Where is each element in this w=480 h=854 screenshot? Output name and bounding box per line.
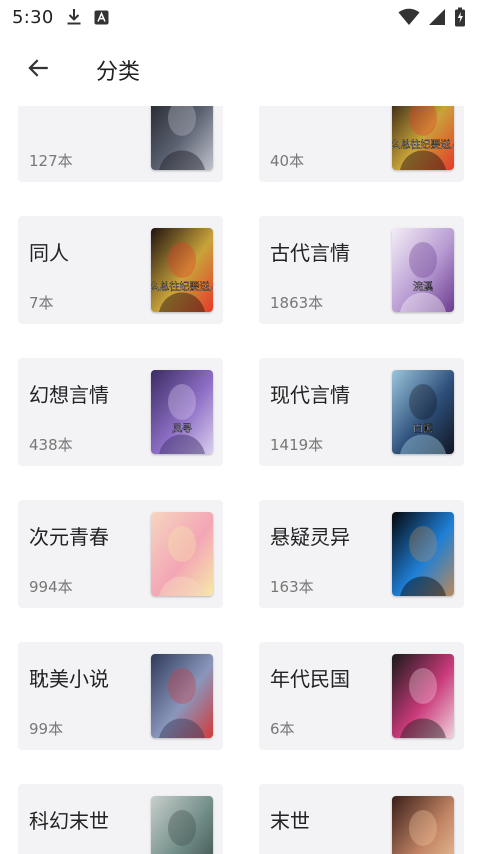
status-bar: 5:30 (0, 0, 480, 34)
book-cover-image: 浣溪 (392, 228, 454, 312)
book-cover-image: 怎么总往妃要送人? (392, 106, 454, 170)
app-bar: 分类 (0, 34, 480, 106)
book-cover-image (151, 512, 213, 596)
category-card[interactable]: 耽美小说 99本 (18, 642, 223, 750)
cover-title-text: 浣溪 (413, 280, 433, 293)
category-name: 末世 (270, 809, 310, 833)
book-cover-image (151, 796, 213, 854)
book-cover-image: 怎么总往妃要送人? (151, 228, 213, 312)
category-count: 99本 (29, 720, 64, 738)
category-card[interactable]: 末世 (259, 784, 464, 854)
category-name: 现代言情 (270, 383, 350, 407)
category-grid: 127本40本怎么总往妃要送人?同人7本怎么总往妃要送人?古代言情1863本浣溪… (18, 106, 464, 854)
book-cover-image (392, 512, 454, 596)
battery-icon (454, 7, 466, 27)
category-count: 7本 (29, 294, 54, 312)
book-cover-image (392, 654, 454, 738)
cover-title-text: 怎么总往妃要送人? (392, 138, 454, 151)
category-card[interactable]: 悬疑灵异 163本 (259, 500, 464, 608)
category-name: 年代民国 (270, 667, 350, 691)
category-card[interactable]: 幻想言情 438本 凤寻 (18, 358, 223, 466)
wifi-icon (398, 8, 420, 26)
signal-icon (428, 8, 446, 26)
category-card[interactable]: 古代言情 1863本 浣溪 (259, 216, 464, 324)
category-name: 耽美小说 (29, 667, 109, 691)
category-count: 1863本 (270, 294, 324, 312)
category-count: 127本 (29, 152, 73, 170)
category-card[interactable]: 127本 (18, 106, 223, 182)
page-title: 分类 (96, 60, 141, 85)
category-count: 6本 (270, 720, 295, 738)
cover-title-text: 凤寻 (172, 423, 192, 435)
download-icon (66, 8, 82, 26)
category-card[interactable]: 次元青春 994本 (18, 500, 223, 608)
category-name: 次元青春 (29, 525, 109, 549)
arrow-left-icon (25, 55, 51, 85)
category-count: 163本 (270, 578, 314, 596)
a-badge-icon (94, 10, 109, 25)
category-card[interactable]: 40本 怎么总往妃要送人? (259, 106, 464, 182)
category-name: 同人 (29, 241, 69, 265)
category-count: 40本 (270, 152, 305, 170)
category-card[interactable]: 年代民国 6本 (259, 642, 464, 750)
book-cover-image (151, 106, 213, 170)
category-count: 994本 (29, 578, 73, 596)
category-card[interactable]: 科幻末世 (18, 784, 223, 854)
cover-title-text: 白熊 (413, 422, 433, 435)
category-list[interactable]: 127本40本怎么总往妃要送人?同人7本怎么总往妃要送人?古代言情1863本浣溪… (0, 106, 480, 854)
category-name: 幻想言情 (29, 383, 109, 407)
category-name: 科幻末世 (29, 809, 109, 833)
book-cover-image (151, 654, 213, 738)
category-count: 438本 (29, 436, 73, 454)
category-count: 1419本 (270, 436, 324, 454)
category-name: 悬疑灵异 (270, 525, 350, 549)
cover-title-text: 怎么总往妃要送人? (151, 280, 213, 293)
book-cover-image: 白熊 (392, 370, 454, 454)
back-button[interactable] (10, 42, 66, 98)
book-cover-image (392, 796, 454, 854)
status-time: 5:30 (12, 6, 54, 28)
category-card[interactable]: 现代言情 1419本 白熊 (259, 358, 464, 466)
book-cover-image: 凤寻 (151, 370, 213, 454)
category-name: 古代言情 (270, 241, 350, 265)
category-card[interactable]: 同人 7本 怎么总往妃要送人? (18, 216, 223, 324)
